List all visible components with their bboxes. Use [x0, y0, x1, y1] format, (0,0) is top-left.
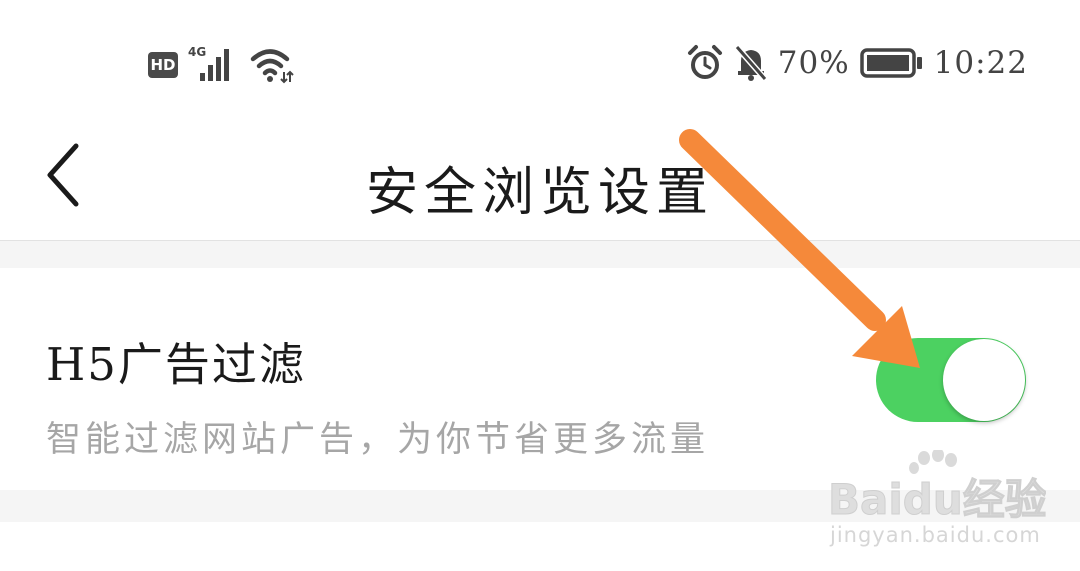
- signal-icon: 4G: [188, 45, 240, 85]
- hd-badge: HD: [148, 52, 178, 78]
- setting-description: 智能过滤网站广告，为你节省更多流量: [46, 420, 710, 460]
- toggle-knob: [943, 339, 1025, 421]
- watermark-logo-text: Baidu经验: [828, 475, 1046, 524]
- network-type-label: 4G: [188, 45, 207, 59]
- status-right-group: 70% 10:22: [686, 44, 1028, 82]
- alarm-icon: [687, 45, 722, 79]
- status-bar: HD 4G 70% 10:22: [0, 0, 1080, 120]
- status-time: 10:22: [933, 45, 1028, 81]
- battery-icon: [859, 48, 922, 78]
- baidu-logo: Baidu经验: [828, 448, 1047, 525]
- notifications-muted-icon: [734, 45, 768, 81]
- nav-bar: 安全浏览设置: [0, 120, 1080, 241]
- status-left-group: HD 4G: [148, 45, 294, 85]
- baidu-watermark: Baidu经验 jingyan.baidu.com: [826, 448, 1047, 560]
- ad-filter-toggle[interactable]: [876, 338, 1026, 422]
- section-divider: [0, 241, 1080, 268]
- watermark-url: jingyan.baidu.com: [830, 523, 1041, 547]
- wifi-icon: [250, 49, 294, 84]
- page-title: 安全浏览设置: [365, 163, 714, 223]
- battery-percent: 70%: [777, 45, 850, 81]
- setting-title: H5广告过滤: [46, 338, 306, 391]
